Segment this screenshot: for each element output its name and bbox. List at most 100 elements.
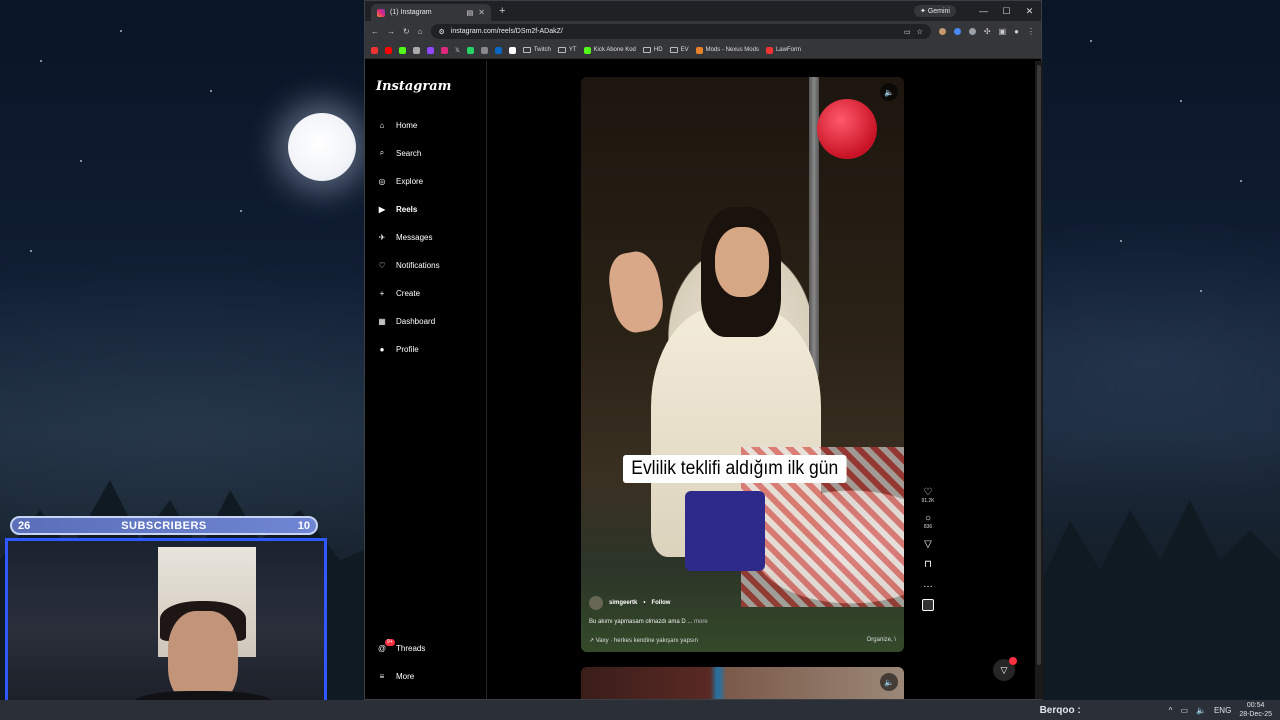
save-button[interactable]: ⊓ — [924, 559, 932, 570]
like-button[interactable]: ♡ 91.2K — [921, 487, 934, 504]
nav-messages[interactable]: ✈ Messages — [376, 229, 433, 245]
tab-strip: (1) Instagram ▤ ✕ + ✦ Gemini — ☐ ✕ — [365, 1, 1041, 21]
x-bookmark-icon[interactable]: 𝕏 — [455, 47, 460, 54]
instagram-bookmark-icon[interactable] — [441, 46, 448, 54]
menu-kebab-icon[interactable]: ⋮ — [1027, 27, 1035, 36]
bookmark-star-icon[interactable]: ☆ — [917, 28, 923, 36]
nav-explore[interactable]: ◎ Explore — [376, 173, 424, 189]
folder-icon — [522, 47, 531, 53]
author-username[interactable]: simgeertk — [609, 600, 637, 606]
nav-threads[interactable]: @9+ Threads — [376, 639, 426, 656]
nav-dashboard[interactable]: ▦ Dashboard — [376, 313, 435, 329]
reel-description: Bu akımı yapmasam olmazdı ama D ... more — [589, 619, 896, 625]
subscriber-goal-count: 10 — [297, 519, 310, 532]
bookmark-nexus-mods[interactable]: Mods - Nexus Mods — [695, 46, 759, 54]
sidebar-icon[interactable]: ▣ — [999, 27, 1007, 36]
new-tab-button[interactable]: + — [499, 5, 505, 17]
back-arrow-icon[interactable]: ← — [371, 27, 379, 36]
nav-notifications-label: Notifications — [396, 260, 440, 270]
bookmark-icon: ⊓ — [924, 559, 932, 570]
nav-search[interactable]: ⌕ Search — [376, 145, 422, 161]
bookmark-folder-twitch[interactable]: Twitch — [522, 47, 551, 53]
profile-avatar-icon[interactable]: ● — [1014, 27, 1019, 36]
language-indicator[interactable]: ENG — [1214, 706, 1231, 715]
gemini-button[interactable]: ✦ Gemini — [914, 5, 956, 17]
bookmark-label: Mods - Nexus Mods — [705, 47, 759, 53]
extension-icon[interactable] — [953, 28, 961, 35]
bookmark-folder-yt[interactable]: YT — [557, 47, 577, 53]
more-options-button[interactable]: … — [923, 579, 933, 590]
volume-icon[interactable]: 🔈 — [1196, 706, 1206, 715]
instagram-logo[interactable]: Instagram — [376, 79, 451, 94]
maximize-button[interactable]: ☐ — [995, 6, 1018, 17]
messages-floating-button[interactable]: ▽ — [993, 657, 1017, 681]
close-window-button[interactable]: ✕ — [1018, 6, 1041, 17]
nav-create[interactable]: + Create — [376, 285, 420, 301]
subscriber-goal-bar: 26 SUBSCRIBERS 10 — [10, 516, 318, 535]
audio-page-button[interactable] — [922, 599, 934, 611]
forward-arrow-icon[interactable]: → — [387, 27, 395, 36]
page-scrollbar[interactable] — [1035, 61, 1043, 699]
mute-toggle-icon[interactable]: 🔈 — [880, 83, 898, 101]
bookmark-folder-hd[interactable]: HD — [642, 47, 663, 53]
share-button[interactable]: ▽ — [924, 539, 932, 550]
extension-icon[interactable] — [938, 28, 946, 35]
home-icon[interactable]: ⌂ — [418, 27, 423, 36]
webcam-feed — [5, 538, 327, 720]
reel-audio[interactable]: ↗ Vaxy · herkes kendine yakışanı yapsın — [589, 637, 698, 644]
network-icon[interactable]: ▭ — [1180, 706, 1188, 715]
bookmark-icon[interactable] — [480, 46, 488, 54]
whatsapp-bookmark-icon[interactable] — [466, 46, 474, 54]
star — [40, 60, 42, 62]
nav-profile[interactable]: ● Profile — [376, 341, 419, 357]
author-avatar[interactable] — [589, 596, 603, 610]
mute-toggle-icon[interactable]: 🔈 — [880, 673, 898, 691]
nav-home[interactable]: ⌂ Home — [376, 117, 418, 133]
nav-more[interactable]: ≡ More — [376, 668, 415, 684]
reel-location[interactable]: Organize, \ — [867, 637, 896, 644]
reel-video[interactable]: 🔈 Evlilik teklifi aldığım ilk gün simgee… — [581, 77, 904, 652]
kick-bookmark-icon[interactable] — [399, 46, 406, 54]
youtube-bookmark-icon[interactable] — [385, 46, 392, 54]
bookmark-kick-abone-kod[interactable]: Kick Abone Kod — [583, 46, 636, 54]
address-bar[interactable]: ⚙ instagram.com/reels/DSm2f-ADakZ/ ▭ ☆ — [430, 24, 931, 39]
close-tab-icon[interactable]: ✕ — [478, 8, 485, 17]
reel-meta: simgeertk • Follow Bu akımı yapmasam olm… — [589, 596, 896, 644]
bookmark-icon[interactable] — [508, 46, 516, 54]
folder-icon — [642, 47, 651, 53]
install-app-icon[interactable]: ▭ — [904, 28, 911, 36]
follow-button[interactable]: Follow — [651, 600, 670, 606]
next-reel-preview[interactable]: 🔈 — [581, 667, 904, 699]
nav-notifications[interactable]: ♡ Notifications — [376, 257, 440, 273]
bookmark-lawform[interactable]: LawForm — [765, 46, 801, 54]
tray-chevron-icon[interactable]: ^ — [1169, 706, 1173, 715]
plus-icon: + — [379, 288, 385, 298]
nav-threads-label: Threads — [396, 643, 426, 653]
comment-button[interactable]: ○ 836 — [924, 513, 932, 530]
tab-search-icon[interactable]: ▤ — [467, 9, 474, 17]
scrollbar-thumb[interactable] — [1037, 65, 1041, 665]
bookmark-icon[interactable] — [413, 46, 420, 54]
twitch-bookmark-icon[interactable] — [427, 46, 434, 54]
nav-home-label: Home — [396, 120, 418, 130]
tab-instagram[interactable]: (1) Instagram ▤ ✕ — [371, 4, 491, 21]
nav-reels[interactable]: ▶ Reels — [376, 201, 417, 217]
nav-messages-label: Messages — [396, 232, 433, 242]
system-clock[interactable]: 00:54 28-Dec-25 — [1239, 701, 1272, 719]
extension-icon[interactable] — [968, 28, 976, 35]
nexus-icon — [695, 46, 703, 54]
reel-more-link[interactable]: more — [694, 619, 708, 625]
dot-separator: • — [643, 600, 646, 606]
reel-actions: ♡ 91.2K ○ 836 ▽ ⊓ … — [917, 487, 939, 620]
bookmark-icon[interactable] — [371, 46, 378, 54]
folder-icon — [669, 47, 678, 53]
bookmark-folder-ev[interactable]: EV — [669, 47, 689, 53]
reel-overlay-text: Evlilik teklifi aldığım ilk gün — [623, 455, 847, 483]
extensions-puzzle-icon[interactable]: ✣ — [984, 27, 991, 36]
bookmarks-bar: 𝕏 Twitch YT Kick Abone Kod HD EV Mods - … — [365, 42, 1041, 59]
linkedin-bookmark-icon[interactable] — [494, 46, 502, 54]
reload-icon[interactable]: ↻ — [403, 27, 410, 36]
minimize-button[interactable]: — — [972, 6, 995, 16]
search-icon: ⌕ — [379, 148, 385, 157]
site-info-icon[interactable]: ⚙ — [439, 28, 445, 36]
